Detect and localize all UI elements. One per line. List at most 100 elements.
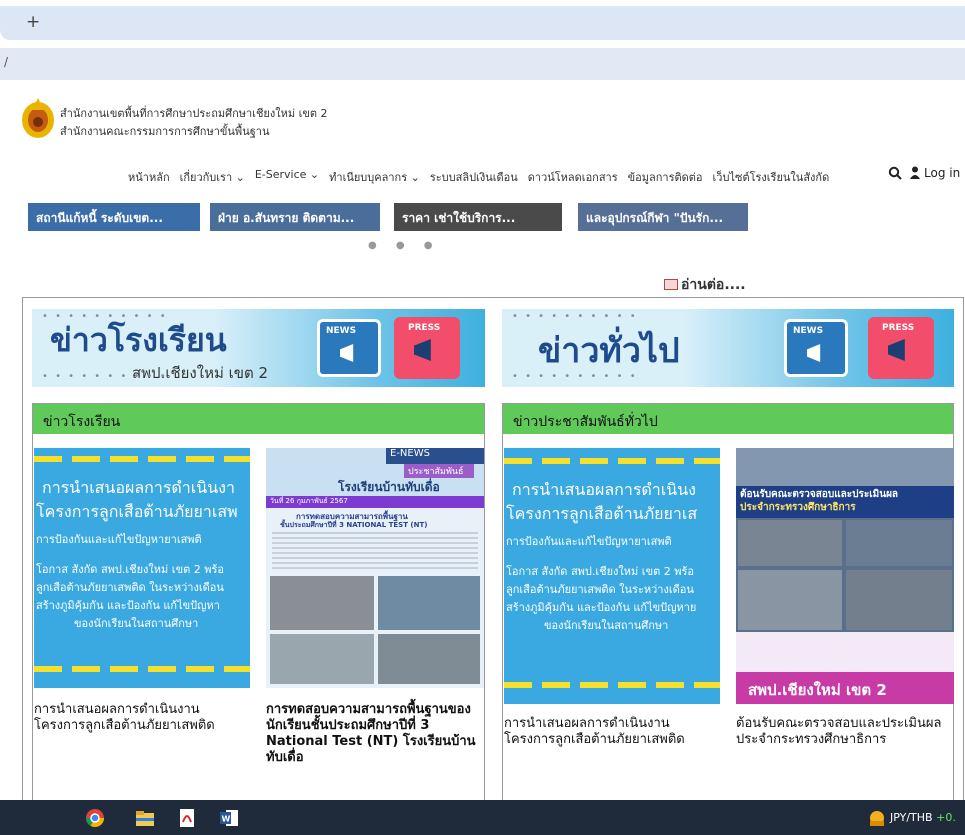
- thumb-text: โอกาส สังกัด สพป.เชียงใหม่ เขต 2 พร้อ: [506, 565, 694, 578]
- thumb-text: ลูกเสือต้านภัยยาเสพติด ในระหว่างเดือน: [36, 581, 224, 594]
- nav-downloads[interactable]: ดาวน์โหลดเอกสาร: [528, 168, 618, 186]
- megaphone-icon: [807, 344, 821, 362]
- read-more-label: อ่านต่อ....: [681, 277, 746, 293]
- currency-ticker[interactable]: JPY/THB +0.: [890, 811, 956, 824]
- org-name-line2: สำนักงานคณะกรรมการการศึกษาขั้นพื้นฐาน: [60, 125, 270, 138]
- poster-test-sub: ชั้นประถมศึกษาปีที่ 3 NATIONAL TEST (NT): [280, 521, 428, 529]
- news-label: NEWS: [793, 326, 824, 336]
- banner-title: ข่าวทั่วไป: [538, 331, 680, 371]
- nav-contact[interactable]: ข้อมูลการติดต่อ: [628, 168, 703, 186]
- ticker-label: JPY/THB: [890, 811, 933, 824]
- thumb-dash: [504, 682, 720, 688]
- poster-title: ต้อนรับคณะตรวจสอบและประเมินผล: [740, 489, 899, 500]
- photo: [846, 570, 952, 630]
- poster-date: วันที่ 26 กุมภาพันธ์ 2567: [266, 496, 484, 508]
- press-label: PRESS: [408, 323, 441, 333]
- news-thumbnail[interactable]: การนำเสนอผลการดำเนินงา โครงการลูกเสือต้า…: [34, 448, 250, 688]
- thumb-text: โครงการลูกเสือต้านภัยยาเสพ: [36, 502, 238, 521]
- news-title-link[interactable]: การทดสอบความสามารถพื้นฐานของนักเรียนชั้น…: [266, 702, 486, 766]
- general-news-banner: • • • • • • • • • • ข่าวทั่วไป • • • • •…: [502, 309, 954, 387]
- thumb-text: โอกาส สังกัด สพป.เชียงใหม่ เขต 2 พร้อ: [36, 563, 224, 576]
- thumb-text: การนำเสนอผลการดำเนินงา: [42, 478, 235, 497]
- nav-payslip[interactable]: ระบบสลิปเงินเดือน: [430, 168, 518, 186]
- ticker-change: +0.: [936, 811, 956, 824]
- press-icon: PRESS: [394, 317, 460, 379]
- photo: [378, 634, 480, 684]
- thumb-text: โครงการลูกเสือต้านภัยยาเส: [506, 504, 698, 523]
- thumb-dash: [504, 458, 720, 464]
- address-bar[interactable]: /: [0, 48, 965, 80]
- poster-enews: E-NEWS: [386, 448, 484, 464]
- tab-strip: [0, 6, 965, 40]
- nav-staff-directory[interactable]: ทำเนียบบุคลากร ⌄: [329, 168, 420, 186]
- poster-school: โรงเรียนบ้านทับเดื่อ: [338, 480, 440, 494]
- thumb-dash: [34, 666, 250, 672]
- banner-dots: • • • • • • • • • •: [42, 371, 168, 382]
- browser-tab-bar: +: [0, 0, 965, 46]
- login-link[interactable]: Log in: [924, 166, 960, 180]
- photo: [378, 576, 480, 630]
- nav-eservice[interactable]: E-Service ⌄: [255, 168, 319, 186]
- address-text[interactable]: /: [4, 55, 8, 69]
- banner-dots: • • • • • • • • • •: [512, 371, 638, 382]
- banner-dots: • • • • • • • • • •: [512, 311, 638, 322]
- photo: [738, 520, 842, 566]
- poster-subtitle: ประจำกระทรวงศึกษาธิการ: [740, 502, 856, 513]
- nav-home[interactable]: หน้าหลัก: [128, 168, 170, 186]
- slide-item[interactable]: ฝ่าย อ.สันทราย ติดตาม...: [210, 203, 380, 231]
- photo: [738, 570, 842, 630]
- news-thumbnail[interactable]: การนำเสนอผลการดำเนินง โครงการลูกเสือต้าน…: [504, 448, 720, 704]
- photo: [736, 448, 954, 486]
- nav-actions: Log in: [888, 166, 960, 180]
- read-more-link[interactable]: อ่านต่อ....: [664, 274, 746, 296]
- slider-dots[interactable]: ● ● ●: [368, 240, 441, 251]
- megaphone-icon: [888, 339, 905, 361]
- press-icon: PRESS: [868, 317, 934, 379]
- slide-item[interactable]: ราคา เช่าใช้บริการ...: [394, 203, 562, 231]
- column-heading: ข่าวโรงเรียน: [33, 404, 484, 434]
- slide-item[interactable]: และอุปกรณ์กีฬา "ปันรัก...: [578, 203, 748, 231]
- megaphone-icon: [340, 344, 354, 362]
- book-icon: [664, 279, 678, 290]
- search-icon[interactable]: [888, 166, 902, 180]
- news-title-link[interactable]: การนำเสนอผลการดำเนินงาน โครงการลูกเสือต้…: [504, 716, 724, 748]
- school-news-banner: • • • • • • • • • • ข่าวโรงเรียน สพป.เชี…: [32, 309, 485, 387]
- press-label: PRESS: [882, 323, 915, 333]
- user-icon: [910, 166, 920, 179]
- thumb-text: สร้างภูมิคุ้มกัน และป้องกัน แก้ไขปัญหาย: [506, 601, 697, 614]
- chrome-icon[interactable]: [84, 808, 106, 828]
- nav-about[interactable]: เกี่ยวกับเรา ⌄: [180, 168, 245, 186]
- thumb-text: ลูกเสือต้านภัยยาเสพติด ในระหว่างเดือน: [506, 583, 694, 596]
- main-nav: หน้าหลัก เกี่ยวกับเรา ⌄ E-Service ⌄ ทำเน…: [128, 168, 839, 186]
- photo: [270, 634, 374, 684]
- megaphone-icon: [414, 339, 431, 361]
- news-title-link[interactable]: ต้อนรับคณะตรวจสอบและประเมินผลประจำกระทรว…: [736, 716, 946, 748]
- obec-logo: [22, 98, 54, 138]
- slide-item[interactable]: สถานีแก้หนี้ ระดับเขต...: [28, 203, 200, 231]
- thumb-dash: [34, 456, 250, 462]
- word-icon[interactable]: W: [218, 808, 240, 828]
- nav-school-websites[interactable]: เว็บไซต์โรงเรียนในสังกัด: [713, 168, 830, 186]
- thumb-text: ของนักเรียนในสถานศึกษา: [544, 619, 669, 632]
- news-thumbnail[interactable]: E-NEWS ประชาสัมพันธ์ โรงเรียนบ้านทับเดื่…: [266, 448, 484, 688]
- news-clipboard-icon: NEWS: [317, 319, 381, 377]
- poster-text-area: [736, 632, 954, 672]
- currency-icon: [870, 811, 884, 826]
- poster-pr-badge: ประชาสัมพันธ์: [404, 464, 474, 478]
- poster-footer: สพป.เชียงใหม่ เขต 2: [736, 672, 954, 704]
- photo: [270, 576, 374, 630]
- banner-title: ข่าวโรงเรียน: [50, 321, 227, 359]
- photo: [846, 520, 952, 566]
- news-label: NEWS: [326, 326, 357, 336]
- news-clipboard-icon: NEWS: [784, 319, 848, 377]
- news-title-link[interactable]: การนำเสนอผลการดำเนินงาน โครงการลูกเสือต้…: [34, 702, 254, 734]
- thumb-text: ของนักเรียนในสถานศึกษา: [74, 617, 199, 630]
- column-heading: ข่าวประชาสัมพันธ์ทั่วไป: [503, 404, 953, 434]
- new-tab-button[interactable]: +: [26, 12, 40, 32]
- file-explorer-icon[interactable]: [134, 808, 156, 828]
- news-thumbnail[interactable]: ต้อนรับคณะตรวจสอบและประเมินผล ประจำกระทร…: [736, 448, 954, 704]
- pdf-icon[interactable]: [176, 808, 198, 828]
- svg-text:W: W: [222, 815, 231, 824]
- org-name-line1: สำนักงานเขตพื้นที่การศึกษาประถมศึกษาเชีย…: [60, 107, 328, 120]
- thumb-text: การป้องกันและแก้ไขปัญหายาเสพติ: [506, 535, 672, 548]
